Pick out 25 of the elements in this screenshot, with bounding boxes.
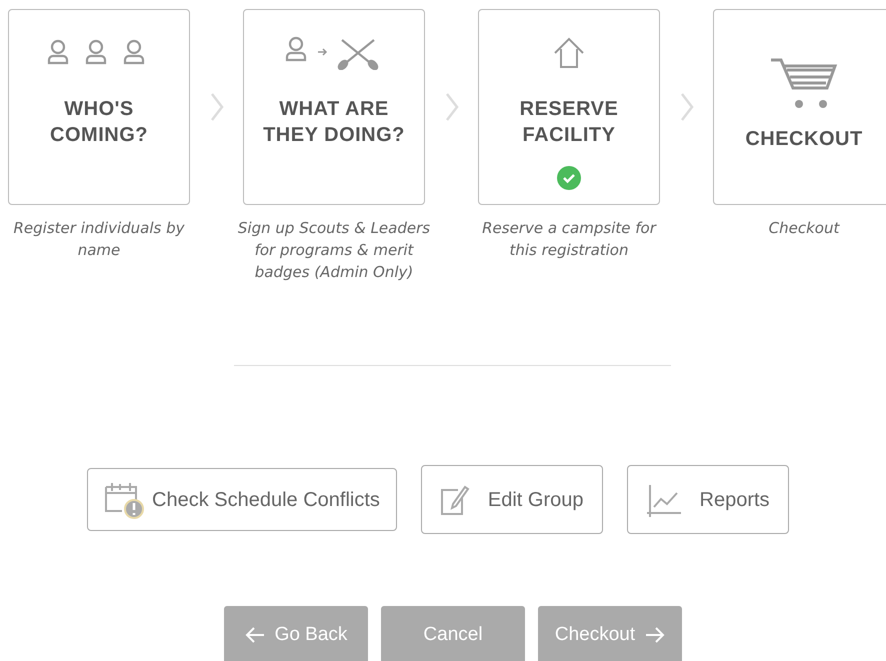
step-card[interactable]: WHAT ARE THEY DOING?: [243, 9, 425, 205]
check-circle-icon: [557, 166, 581, 190]
line-chart-icon: [646, 482, 682, 516]
edit-icon: [440, 484, 470, 516]
action-button[interactable]: Check Schedule Conflicts: [87, 468, 397, 531]
action-button[interactable]: Reports: [626, 465, 789, 534]
arrow-left-icon: [244, 626, 265, 644]
step-description: Checkout: [768, 218, 841, 239]
step-title: RESERVE FACILITY: [518, 97, 620, 148]
action-button[interactable]: Edit Group: [420, 465, 602, 534]
step-description: Reserve a campsite for this registration: [481, 218, 658, 261]
step-description: Sign up Scouts & Leaders for programs & merit badges (Admin Only): [236, 218, 432, 283]
step-card[interactable]: RESERVE FACILITY: [478, 9, 660, 205]
step-card[interactable]: WHO'S COMING?: [8, 9, 190, 205]
step-title: WHAT ARE THEY DOING?: [262, 97, 406, 148]
house-icon: [552, 36, 586, 70]
chevron-right-icon: [680, 92, 694, 122]
calendar-warning-icon: [104, 480, 146, 518]
arrow-right-icon: [645, 626, 666, 644]
chevron-right-icon: [444, 92, 458, 122]
step-description: Register individuals by name: [12, 218, 186, 261]
step-title: CHECKOUT: [744, 127, 864, 152]
step-title: WHO'S COMING?: [49, 97, 149, 148]
step-card[interactable]: CHECKOUT: [713, 9, 886, 205]
chevron-right-icon: [210, 92, 224, 122]
